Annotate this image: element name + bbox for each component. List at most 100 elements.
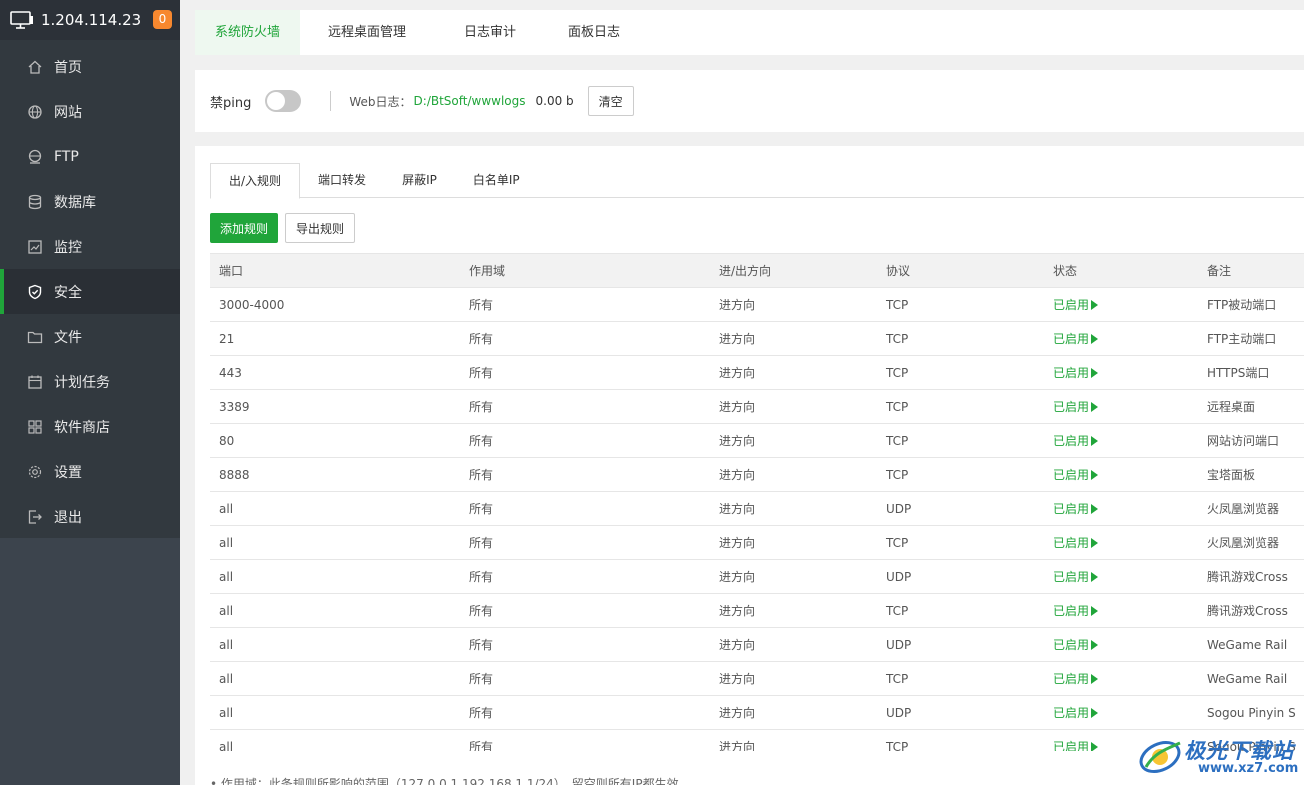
cell-scope: 所有 — [460, 321, 710, 356]
header-protocol[interactable]: 协议 — [877, 253, 1044, 288]
cell-port: 80 — [210, 423, 460, 458]
cell-status[interactable]: 已启用 — [1044, 457, 1198, 492]
clear-log-button[interactable]: 清空 — [587, 86, 634, 116]
cell-direction: 进方向 — [710, 423, 877, 458]
cell-port: all — [210, 491, 460, 526]
sidebar-item-database[interactable]: 数据库 — [0, 179, 180, 224]
tab-block-ip[interactable]: 屏蔽IP — [384, 163, 455, 198]
sidebar-item-ftp[interactable]: FTP — [0, 134, 180, 179]
header-remark[interactable]: 备注 — [1198, 253, 1304, 288]
table-row[interactable]: all 所有 进方向 TCP 已启用 火凤凰浏览器 — [210, 525, 1304, 560]
cell-protocol: UDP — [877, 491, 1044, 526]
table-row[interactable]: 21 所有 进方向 TCP 已启用 FTP主动端口 — [210, 321, 1304, 356]
table-row[interactable]: 80 所有 进方向 TCP 已启用 网站访问端口 — [210, 423, 1304, 458]
ftp-icon — [26, 148, 44, 166]
weblog-size: 0.00 b — [535, 94, 574, 108]
status-label: 已启用 — [1053, 400, 1090, 414]
table-row[interactable]: all 所有 进方向 UDP 已启用 Sogou Pinyin S — [210, 695, 1304, 730]
table-row[interactable]: 8888 所有 进方向 TCP 已启用 宝塔面板 — [210, 457, 1304, 492]
play-icon — [1091, 606, 1099, 616]
play-icon — [1091, 368, 1099, 378]
play-icon — [1091, 742, 1099, 751]
cell-remark: 火凤凰浏览器 — [1198, 491, 1304, 526]
tab-log-audit[interactable]: 日志审计 — [444, 10, 536, 55]
table-row[interactable]: 3000-4000 所有 进方向 TCP 已启用 FTP被动端口 — [210, 287, 1304, 322]
cell-status[interactable]: 已启用 — [1044, 287, 1198, 322]
sidebar-item-home[interactable]: 首页 — [0, 44, 180, 89]
header-scope[interactable]: 作用域 — [460, 253, 710, 288]
cell-status[interactable]: 已启用 — [1044, 559, 1198, 594]
status-label: 已启用 — [1053, 298, 1090, 312]
play-icon — [1091, 300, 1099, 310]
header-status[interactable]: 状态 — [1044, 253, 1198, 288]
cell-protocol: TCP — [877, 423, 1044, 458]
sidebar-item-security[interactable]: 安全 — [0, 269, 180, 314]
rules-table-container[interactable]: 端口 作用域 进/出方向 协议 状态 备注 3000-4000 所有 进方向 TCP 已… — [210, 253, 1304, 751]
table-row[interactable]: all 所有 进方向 UDP 已启用 火凤凰浏览器 — [210, 491, 1304, 526]
ping-toggle[interactable] — [265, 90, 302, 112]
server-ip: 1.204.114.23 — [41, 11, 142, 29]
monitor-icon — [10, 11, 33, 29]
watermark: 极光下载站 www.xz7.com — [1136, 733, 1298, 779]
sidebar-item-label: 监控 — [54, 239, 82, 256]
play-icon — [1091, 708, 1099, 718]
tab-panel-log[interactable]: 面板日志 — [548, 10, 640, 55]
cell-status[interactable]: 已启用 — [1044, 661, 1198, 696]
table-row[interactable]: all 所有 进方向 UDP 已启用 WeGame Rail — [210, 627, 1304, 662]
table-row[interactable]: all 所有 进方向 TCP 已启用 腾讯游戏Cross — [210, 593, 1304, 628]
table-row[interactable]: all 所有 进方向 UDP 已启用 腾讯游戏Cross — [210, 559, 1304, 594]
cell-direction: 进方向 — [710, 457, 877, 492]
table-row[interactable]: all 所有 进方向 TCP 已启用 WeGame Rail — [210, 661, 1304, 696]
sidebar-item-logout[interactable]: 退出 — [0, 494, 180, 539]
tab-whitelist-ip[interactable]: 白名单IP — [455, 163, 538, 198]
cell-status[interactable]: 已启用 — [1044, 423, 1198, 458]
cell-scope: 所有 — [460, 287, 710, 322]
sidebar-item-settings[interactable]: 设置 — [0, 449, 180, 494]
export-rules-button[interactable]: 导出规则 — [285, 213, 356, 243]
cell-scope: 所有 — [460, 729, 710, 751]
sidebar-item-label: 文件 — [54, 329, 82, 346]
rule-tab-bar: 出/入规则 端口转发 屏蔽IP 白名单IP — [210, 163, 1304, 199]
tab-remote-desktop[interactable]: 远程桌面管理 — [308, 10, 426, 55]
weblog-path-link[interactable]: D:/BtSoft/wwwlogs — [414, 94, 526, 108]
cell-direction: 进方向 — [710, 287, 877, 322]
tab-port-forward[interactable]: 端口转发 — [300, 163, 384, 198]
scope-note: • 作用域：此条规则所影响的范围（127.0.0.1 192.168.1.1/2… — [210, 775, 679, 785]
cell-remark: 网站访问端口 — [1198, 423, 1304, 458]
cell-direction: 进方向 — [710, 593, 877, 628]
notification-badge[interactable]: 0 — [153, 10, 172, 29]
table-row[interactable]: 443 所有 进方向 TCP 已启用 HTTPS端口 — [210, 355, 1304, 390]
cell-status[interactable]: 已启用 — [1044, 491, 1198, 526]
sidebar-item-cron[interactable]: 计划任务 — [0, 359, 180, 404]
status-label: 已启用 — [1053, 604, 1090, 618]
cell-remark: 火凤凰浏览器 — [1198, 525, 1304, 560]
top-tab-bar: 系统防火墙 远程桌面管理 日志审计 面板日志 — [195, 10, 1304, 55]
cell-protocol: TCP — [877, 525, 1044, 560]
cell-status[interactable]: 已启用 — [1044, 355, 1198, 390]
status-label: 已启用 — [1053, 706, 1090, 720]
cell-status[interactable]: 已启用 — [1044, 593, 1198, 628]
header-direction[interactable]: 进/出方向 — [710, 253, 877, 288]
tab-system-firewall[interactable]: 系统防火墙 — [195, 10, 301, 55]
sidebar-item-monitor[interactable]: 监控 — [0, 224, 180, 269]
cell-status[interactable]: 已启用 — [1044, 389, 1198, 424]
table-row[interactable]: 3389 所有 进方向 TCP 已启用 远程桌面 — [210, 389, 1304, 424]
cell-port: all — [210, 729, 460, 751]
sidebar-item-label: 数据库 — [54, 194, 96, 211]
add-rule-button[interactable]: 添加规则 — [210, 213, 279, 243]
cell-port: all — [210, 695, 460, 730]
cell-status[interactable]: 已启用 — [1044, 695, 1198, 730]
cell-status[interactable]: 已启用 — [1044, 321, 1198, 356]
sidebar-item-files[interactable]: 文件 — [0, 314, 180, 359]
cell-status[interactable]: 已启用 — [1044, 525, 1198, 560]
cell-remark: 腾讯游戏Cross — [1198, 593, 1304, 628]
sidebar-item-website[interactable]: 网站 — [0, 89, 180, 134]
cell-direction: 进方向 — [710, 389, 877, 424]
sidebar-item-label: 安全 — [54, 284, 82, 301]
sidebar-item-store[interactable]: 软件商店 — [0, 404, 180, 449]
home-icon — [26, 58, 44, 76]
cell-status[interactable]: 已启用 — [1044, 627, 1198, 662]
header-port[interactable]: 端口 — [210, 253, 460, 288]
cell-scope: 所有 — [460, 423, 710, 458]
tab-in-out-rules[interactable]: 出/入规则 — [210, 163, 301, 199]
